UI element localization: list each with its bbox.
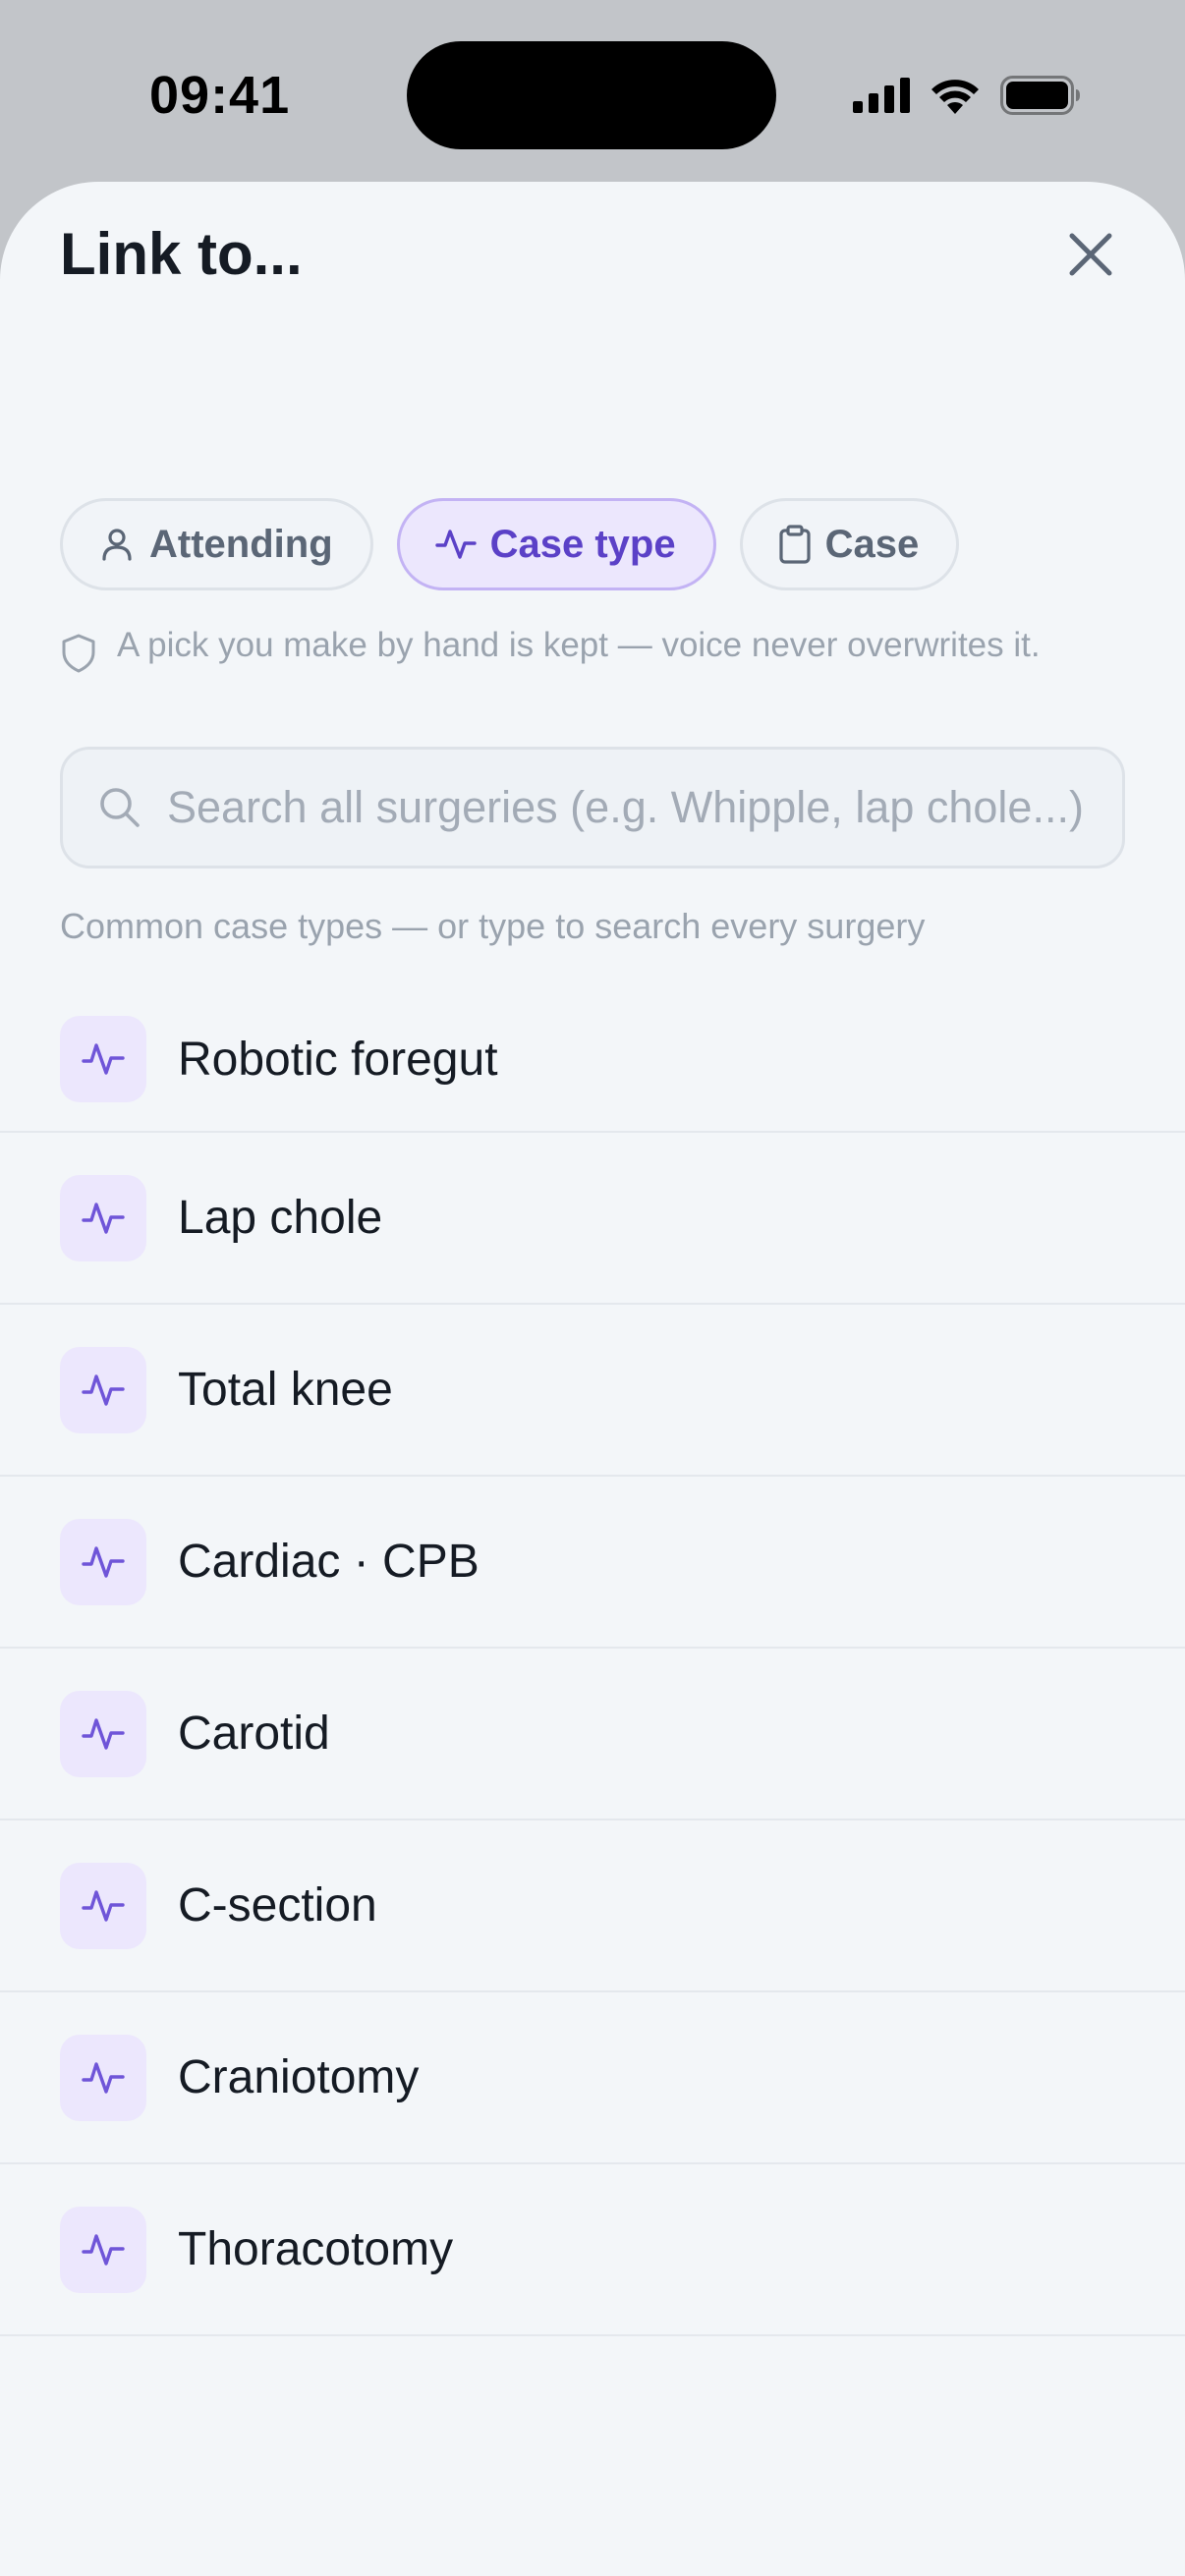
list-item[interactable]: Craniotomy <box>0 1992 1185 2164</box>
tab-case[interactable]: Case <box>739 498 960 590</box>
tab-attending-label: Attending <box>149 522 333 566</box>
tab-attending[interactable]: Attending <box>60 498 373 590</box>
list-item-label: Carotid <box>178 1708 330 1760</box>
pulse-icon-tile <box>60 1690 146 1777</box>
pulse-icon-tile <box>60 1016 146 1102</box>
pulse-icon <box>82 1717 125 1750</box>
person-icon <box>102 529 132 561</box>
wifi-icon <box>931 80 979 114</box>
clipboard-icon <box>779 525 811 564</box>
pulse-icon <box>434 530 477 559</box>
status-bar: 09:41 <box>0 0 1185 182</box>
search-input[interactable] <box>167 782 1110 833</box>
link-type-tabs: Attending Case type Case <box>60 498 960 590</box>
status-time: 09:41 <box>149 66 291 125</box>
list-item-label: C-section <box>178 1879 377 1932</box>
list-item[interactable]: Cardiac · CPB <box>0 1477 1185 1649</box>
list-item[interactable]: Total knee <box>0 1305 1185 1477</box>
search-icon <box>100 788 140 827</box>
close-button[interactable] <box>1056 220 1125 289</box>
pulse-icon <box>82 1202 125 1234</box>
list-item-label: Lap chole <box>178 1192 383 1244</box>
list-item[interactable]: Carotid <box>0 1649 1185 1820</box>
pulse-icon <box>82 1545 125 1578</box>
cellular-signal-icon <box>853 78 910 113</box>
case-type-list: Robotic foregut Lap chole Total knee Car… <box>0 987 1185 2336</box>
list-item-label: Robotic foregut <box>178 1033 498 1086</box>
sheet-header: Link to... <box>60 210 1125 299</box>
status-icons <box>853 71 1081 120</box>
close-icon <box>1069 233 1112 276</box>
list-item-label: Thoracotomy <box>178 2223 454 2275</box>
pulse-icon <box>82 2233 125 2266</box>
tab-case-type[interactable]: Case type <box>396 498 716 590</box>
shield-icon <box>62 634 95 673</box>
list-item-label: Total knee <box>178 1364 393 1416</box>
list-item[interactable]: Robotic foregut <box>0 987 1185 1133</box>
search-box[interactable] <box>60 747 1125 868</box>
list-item[interactable]: C-section <box>0 1820 1185 1992</box>
pulse-icon <box>82 1889 125 1922</box>
pulse-icon-tile <box>60 2034 146 2121</box>
dynamic-island <box>407 41 776 149</box>
pulse-icon-tile <box>60 1346 146 1433</box>
list-item[interactable]: Lap chole <box>0 1133 1185 1305</box>
tab-case-type-label: Case type <box>489 522 676 566</box>
pulse-icon-tile <box>60 1862 146 1949</box>
list-item[interactable]: Thoracotomy <box>0 2164 1185 2336</box>
pulse-icon <box>82 2061 125 2094</box>
pulse-icon-tile <box>60 1174 146 1261</box>
list-item-label: Craniotomy <box>178 2051 420 2103</box>
hint-text: A pick you make by hand is kept — voice … <box>117 626 1041 664</box>
section-label: Common case types — or type to search ev… <box>60 906 926 946</box>
pulse-icon <box>82 1373 125 1406</box>
list-item-label: Cardiac · CPB <box>178 1536 480 1588</box>
manual-pick-hint: A pick you make by hand is kept — voice … <box>60 625 1121 674</box>
pulse-icon-tile <box>60 1518 146 1605</box>
battery-icon <box>1000 76 1080 115</box>
sheet-title: Link to... <box>60 221 303 287</box>
pulse-icon <box>82 1043 125 1075</box>
pulse-icon-tile <box>60 2206 146 2293</box>
tab-case-label: Case <box>824 522 920 566</box>
